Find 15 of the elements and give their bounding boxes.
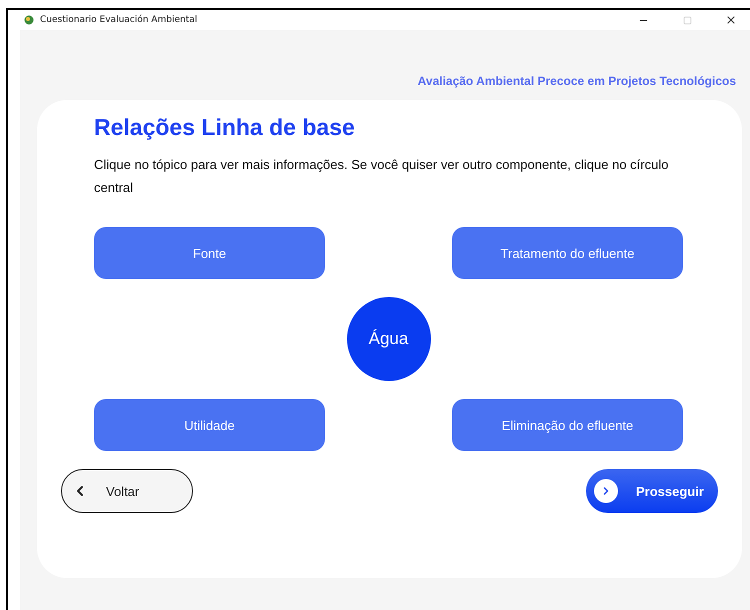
back-button[interactable]: Voltar: [61, 469, 193, 513]
maximize-icon: [682, 16, 692, 24]
app-subtitle: Avaliação Ambiental Precoce em Projetos Tecnológicos: [418, 74, 736, 88]
chevron-right-icon: [594, 479, 618, 503]
app-icon: [24, 15, 34, 25]
instructions: Clique no tópico para ver mais informações. Se você quiser ver outro componente, clique no círculo central: [94, 156, 670, 197]
center-circle-button[interactable]: Água: [346, 297, 430, 381]
topic-button[interactable]: Utilidade: [94, 399, 325, 451]
topic-button[interactable]: Fonte: [94, 227, 325, 279]
next-button[interactable]: Prosseguir: [586, 469, 718, 513]
topic-button[interactable]: Eliminação do efluente: [452, 399, 683, 451]
topic-button[interactable]: Tratamento do efluente: [452, 227, 683, 279]
window-title: Cuestionario Evaluación Ambiental: [40, 15, 198, 25]
page-title: Relações Linha de base: [94, 114, 356, 141]
close-icon: [725, 14, 737, 26]
